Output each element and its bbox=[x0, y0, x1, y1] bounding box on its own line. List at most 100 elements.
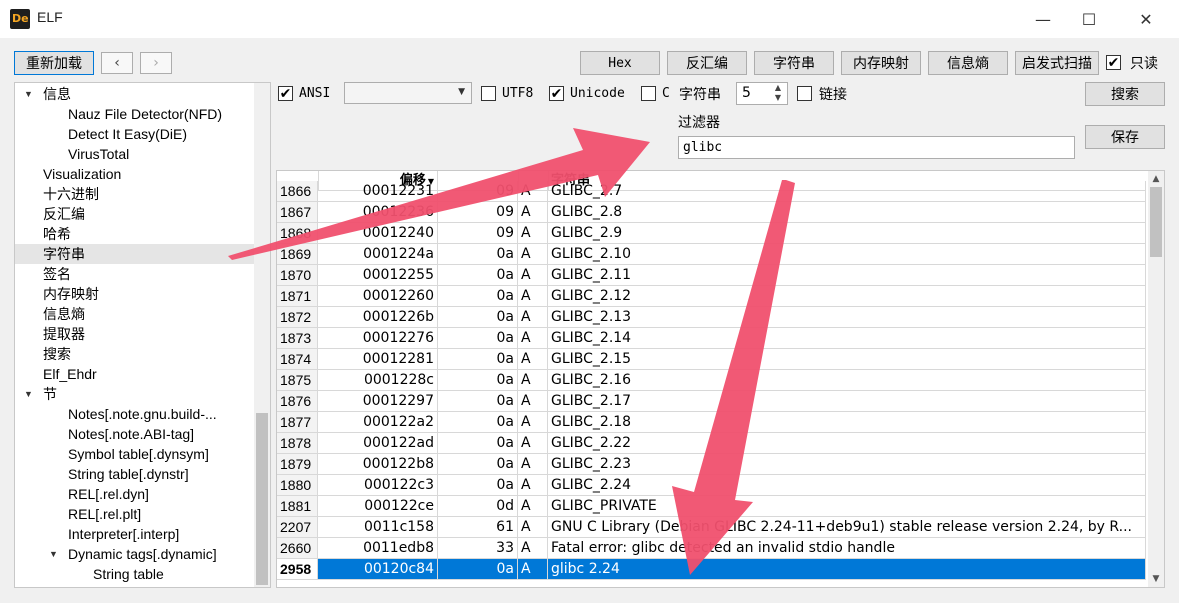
tree-item[interactable]: 搜索 bbox=[15, 344, 254, 364]
table-row[interactable]: 2207 0011c158 61 A GNU C Library (Debian GLI… bbox=[277, 517, 1146, 538]
tree-item[interactable]: REL[.rel.dyn] bbox=[15, 484, 254, 504]
tree-item[interactable]: Elf_Ehdr bbox=[15, 364, 254, 384]
table-row[interactable]: 1880 000122c3 0a A GLIBC_2.24 bbox=[277, 475, 1146, 496]
link-checkbox[interactable] bbox=[797, 86, 812, 101]
expand-arrow-icon[interactable]: ▼ bbox=[24, 84, 33, 104]
table-row[interactable]: 1871 00012260 0a A GLIBC_2.12 bbox=[277, 286, 1146, 307]
tree-scrollbar[interactable] bbox=[254, 83, 270, 587]
expand-arrow-icon[interactable]: ▼ bbox=[49, 544, 58, 564]
tree-item-label: Elf_Ehdr bbox=[43, 366, 97, 382]
table-scrollbar-thumb[interactable] bbox=[1150, 187, 1162, 257]
row-offset: 000122a2 bbox=[318, 412, 438, 433]
table-row[interactable]: 2958 00120c84 0a Aglibc 2.24 bbox=[277, 559, 1146, 580]
row-index: 1867 bbox=[277, 202, 318, 223]
row-size: 09 bbox=[438, 223, 518, 244]
tab-disasm[interactable]: 反汇编 bbox=[667, 51, 747, 75]
row-size: 0a bbox=[438, 349, 518, 370]
tree-item[interactable]: Interpreter[.interp] bbox=[15, 524, 254, 544]
row-size: 0a bbox=[438, 475, 518, 496]
tree-item[interactable]: 内存映射 bbox=[15, 284, 254, 304]
chevron-left-icon: ‹ bbox=[114, 55, 120, 71]
forward-button[interactable]: › bbox=[140, 52, 172, 74]
table-row[interactable]: 1876 00012297 0a A GLIBC_2.17 bbox=[277, 391, 1146, 412]
strings-table: 偏移 ▼ 字符串 1866 00012231 09 A GLIBC_2.7 1867 0001… bbox=[276, 170, 1165, 588]
table-row[interactable]: 1874 00012281 0a A GLIBC_2.15 bbox=[277, 349, 1146, 370]
tree-item[interactable]: Detect It Easy(DiE) bbox=[15, 124, 254, 144]
tree-item[interactable]: ▼ 节 bbox=[15, 384, 254, 404]
row-type: A bbox=[518, 475, 548, 496]
row-size: 0a bbox=[438, 433, 518, 454]
tree-item[interactable]: Symbol table[.dynsym] bbox=[15, 444, 254, 464]
tree-item[interactable]: VirusTotal bbox=[15, 144, 254, 164]
maximize-button[interactable]: ☐ bbox=[1066, 0, 1112, 38]
tree-item[interactable]: 反汇编 bbox=[15, 204, 254, 224]
table-row[interactable]: 1881 000122ce 0d A GLIBC_PRIVATE bbox=[277, 496, 1146, 517]
min-length-value: 5 bbox=[742, 85, 751, 101]
row-string: GLIBC_2.17 bbox=[548, 391, 1146, 412]
table-scrollbar[interactable]: ▲ ▼ bbox=[1148, 171, 1164, 587]
ansi-checkbox[interactable]: ✔ bbox=[278, 86, 293, 101]
tree-item[interactable]: Visualization bbox=[15, 164, 254, 184]
spin-up-icon[interactable]: ▲ bbox=[770, 83, 786, 93]
tree-item[interactable]: Notes[.note.gnu.build-... bbox=[15, 404, 254, 424]
tree-scrollbar-thumb[interactable] bbox=[256, 413, 268, 585]
row-size: 0a bbox=[438, 412, 518, 433]
filter-input[interactable]: glibc bbox=[678, 136, 1075, 159]
table-row[interactable]: 1868 00012240 09 A GLIBC_2.9 bbox=[277, 223, 1146, 244]
table-row[interactable]: 1872 0001226b 0a A GLIBC_2.13 bbox=[277, 307, 1146, 328]
tab-heuristic-scan[interactable]: 启发式扫描 bbox=[1015, 51, 1099, 75]
scroll-down-icon[interactable]: ▼ bbox=[1148, 571, 1164, 587]
tree-item[interactable]: 十六进制 bbox=[15, 184, 254, 204]
min-length-spinbox[interactable]: 5 ▲ ▼ bbox=[736, 82, 788, 105]
row-size: 09 bbox=[438, 181, 518, 202]
row-index: 1872 bbox=[277, 307, 318, 328]
table-row[interactable]: 1866 00012231 09 A GLIBC_2.7 bbox=[277, 181, 1146, 202]
encoding-select[interactable]: ▼ bbox=[344, 82, 472, 104]
tab-strings[interactable]: 字符串 bbox=[754, 51, 834, 75]
tree-item[interactable]: ▼ 信息 bbox=[15, 84, 254, 104]
tree-item[interactable]: REL[.rel.plt] bbox=[15, 504, 254, 524]
unicode-checkbox[interactable]: ✔ bbox=[549, 86, 564, 101]
tree-item[interactable]: String table[.dynstr] bbox=[15, 464, 254, 484]
row-size: 0a bbox=[438, 265, 518, 286]
tree-item[interactable]: 字符串 bbox=[15, 244, 254, 264]
table-row[interactable]: 1873 00012276 0a A GLIBC_2.14 bbox=[277, 328, 1146, 349]
tree-item[interactable]: 提取器 bbox=[15, 324, 254, 344]
search-button[interactable]: 搜索 bbox=[1085, 82, 1165, 106]
row-string: GNU C Library (Debian GLIBC 2.24-11+deb9… bbox=[548, 517, 1146, 538]
save-button[interactable]: 保存 bbox=[1085, 125, 1165, 149]
expand-arrow-icon[interactable]: ▼ bbox=[24, 384, 33, 404]
table-row[interactable]: 1875 0001228c 0a A GLIBC_2.16 bbox=[277, 370, 1146, 391]
minimize-button[interactable]: — bbox=[1020, 0, 1066, 38]
tree-item[interactable]: 哈希 bbox=[15, 224, 254, 244]
checkmark-icon: ✔ bbox=[1107, 54, 1120, 71]
tree-item[interactable]: Notes[.note.ABI-tag] bbox=[15, 424, 254, 444]
tab-memory-map[interactable]: 内存映射 bbox=[841, 51, 921, 75]
table-row[interactable]: 1869 0001224a 0a A GLIBC_2.10 bbox=[277, 244, 1146, 265]
spin-down-icon[interactable]: ▼ bbox=[770, 93, 786, 103]
back-button[interactable]: ‹ bbox=[101, 52, 133, 74]
scroll-up-icon[interactable]: ▲ bbox=[1148, 171, 1164, 187]
table-row[interactable]: 1867 00012236 09 A GLIBC_2.8 bbox=[277, 202, 1146, 223]
readonly-checkbox[interactable]: ✔ bbox=[1106, 55, 1121, 70]
table-row[interactable]: 1870 00012255 0a A GLIBC_2.11 bbox=[277, 265, 1146, 286]
row-offset: 0011c158 bbox=[318, 517, 438, 538]
table-row[interactable]: 1878 000122ad 0a A GLIBC_2.22 bbox=[277, 433, 1146, 454]
utf8-checkbox[interactable] bbox=[481, 86, 496, 101]
tree-item[interactable]: Nauz File Detector(NFD) bbox=[15, 104, 254, 124]
table-row[interactable]: 1877 000122a2 0a A GLIBC_2.18 bbox=[277, 412, 1146, 433]
table-row[interactable]: 2660 0011edb8 33 A Fatal error: glibc detect… bbox=[277, 538, 1146, 559]
reload-button[interactable]: 重新加载 bbox=[14, 51, 94, 75]
row-index: 2207 bbox=[277, 517, 318, 538]
row-offset: 00120c84 bbox=[318, 559, 438, 580]
tree-item[interactable]: 信息熵 bbox=[15, 304, 254, 324]
table-row[interactable]: 1879 000122b8 0a A GLIBC_2.23 bbox=[277, 454, 1146, 475]
close-button[interactable]: ✕ bbox=[1123, 0, 1169, 38]
tab-entropy[interactable]: 信息熵 bbox=[928, 51, 1008, 75]
tree-item[interactable]: String table bbox=[15, 564, 254, 584]
c-checkbox[interactable] bbox=[641, 86, 656, 101]
tab-hex[interactable]: Hex bbox=[580, 51, 660, 75]
tree-item[interactable]: ▼ Dynamic tags[.dynamic] bbox=[15, 544, 254, 564]
row-offset: 00012260 bbox=[318, 286, 438, 307]
tree-item[interactable]: 签名 bbox=[15, 264, 254, 284]
